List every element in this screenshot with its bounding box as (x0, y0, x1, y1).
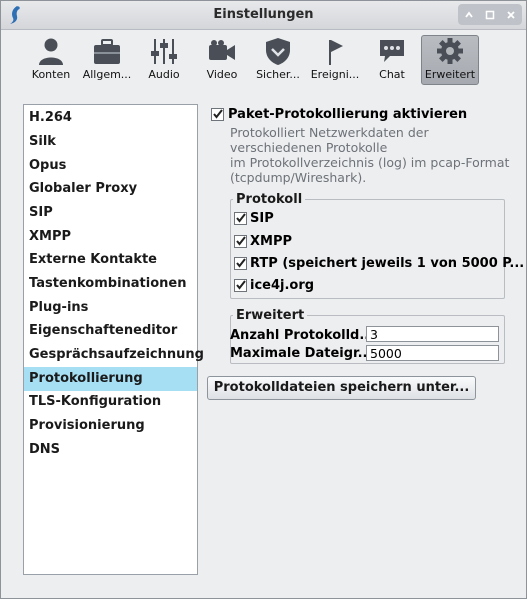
tab-label: Allgem... (82, 68, 132, 81)
checkmark-icon (236, 236, 246, 246)
list-item[interactable]: Gesprächsaufzeichnung (24, 343, 204, 367)
list-item[interactable]: Globaler Proxy (24, 177, 197, 201)
sip-checkbox[interactable]: SIP (234, 211, 274, 226)
window-controls (458, 4, 522, 25)
checkbox-box[interactable] (234, 212, 247, 225)
list-item[interactable]: Silk (24, 130, 197, 154)
list-item[interactable]: Externe Kontakte (24, 248, 197, 272)
restore-icon (485, 10, 495, 19)
list-item[interactable]: DNS (24, 438, 197, 462)
briefcase-icon (94, 39, 120, 64)
tab-audio[interactable]: Audio (136, 36, 192, 84)
tab-label: Audio (148, 68, 180, 81)
close-button[interactable] (503, 7, 519, 23)
settings-toolbar: Konten Allgem... Audio Video Sicher... E… (1, 30, 526, 87)
chat-bubble-icon (380, 40, 404, 62)
flag-icon (329, 40, 343, 65)
tab-label: Ereigni... (310, 68, 360, 81)
protocol-group-legend: Protokoll (236, 192, 303, 207)
gear-icon (437, 38, 463, 64)
file-count-input[interactable] (366, 326, 499, 342)
tab-label: Chat (379, 68, 405, 81)
window-title: Einstellungen (213, 7, 314, 22)
list-item[interactable]: H.264 (24, 106, 197, 130)
tab-label: Erweitert (424, 68, 476, 81)
checkmark-icon (236, 280, 246, 290)
tab-label: Video (206, 68, 238, 81)
list-item[interactable]: XMPP (24, 225, 197, 249)
advanced-group-legend: Erweitert (236, 308, 305, 323)
tab-erweitert[interactable]: Erweitert (421, 35, 479, 85)
save-logfiles-button[interactable]: Protokolldateien speichern unter... (207, 376, 476, 400)
person-icon (39, 38, 63, 65)
checkbox-box[interactable] (234, 235, 247, 248)
checkmark-icon (236, 213, 246, 223)
tab-ereignisse[interactable]: Ereigni... (307, 36, 363, 84)
checkbox-label: RTP (speichert jeweils 1 von 5000 P... (250, 256, 525, 271)
tab-chat[interactable]: Chat (364, 36, 420, 84)
tab-video[interactable]: Video (194, 36, 250, 84)
rtp-checkbox[interactable]: RTP (speichert jeweils 1 von 5000 P... (234, 256, 524, 271)
file-count-label: Anzahl Protokolld... (230, 328, 375, 343)
description-line: Protokolliert Netzwerkdaten der (230, 125, 429, 140)
list-item[interactable]: Eigenschafteneditor (24, 319, 197, 343)
ice4j-checkbox[interactable]: ice4j.org (234, 278, 314, 293)
checkbox-box[interactable] (211, 108, 224, 121)
tab-label: Sicher... (256, 68, 300, 81)
checkmark-icon (236, 258, 246, 268)
checkbox-box[interactable] (234, 257, 247, 270)
tab-sicherheit[interactable]: Sicher... (250, 36, 306, 84)
restore-button[interactable] (482, 7, 498, 23)
list-item[interactable]: Tastenkombinationen (24, 272, 197, 296)
close-icon (507, 10, 515, 19)
list-item[interactable]: Opus (24, 154, 197, 178)
checkbox-label: XMPP (250, 234, 293, 249)
description-line: im Protokollverzeichnis (log) im pcap-Fo… (230, 155, 510, 170)
shield-icon (266, 38, 290, 65)
enable-packet-logging-checkbox[interactable]: Paket-Protokollierung aktivieren (211, 107, 467, 122)
checkbox-box[interactable] (234, 279, 247, 292)
maximize-up-button[interactable] (461, 7, 477, 23)
checkbox-label: Paket-Protokollierung aktivieren (228, 107, 468, 122)
logging-description: Protokolliert Netzwerkdaten der verschie… (230, 125, 510, 185)
description-line: (tcpdump/Wireshark). (230, 170, 367, 185)
list-item-selected[interactable]: Protokollierung (24, 367, 197, 391)
list-item[interactable]: Plug-ins (24, 296, 197, 320)
tab-label: Konten (31, 68, 71, 81)
max-size-input[interactable] (366, 345, 499, 361)
xmpp-checkbox[interactable]: XMPP (234, 234, 292, 249)
video-camera-icon (209, 40, 235, 60)
max-size-label: Maximale Dateigr... (230, 346, 373, 361)
settings-window: Einstellungen Konten Allgem... Audio Vid… (0, 0, 527, 599)
checkbox-label: SIP (250, 211, 274, 226)
list-item[interactable]: Provisionierung (24, 414, 197, 438)
chevron-up-icon (464, 11, 473, 18)
settings-category-list: H.264 Silk Opus Globaler Proxy SIP XMPP … (23, 104, 204, 575)
mixer-sliders-icon (151, 39, 177, 64)
checkbox-label: ice4j.org (250, 278, 315, 293)
tab-konten[interactable]: Konten (23, 36, 79, 84)
title-bar[interactable]: Einstellungen (1, 1, 526, 30)
description-line: verschiedenen Protokolle (230, 140, 388, 155)
list-item[interactable]: SIP (24, 201, 197, 225)
checkmark-icon (213, 109, 223, 119)
tab-allgemein[interactable]: Allgem... (79, 36, 135, 84)
list-item[interactable]: TLS-Konfiguration (24, 390, 197, 414)
